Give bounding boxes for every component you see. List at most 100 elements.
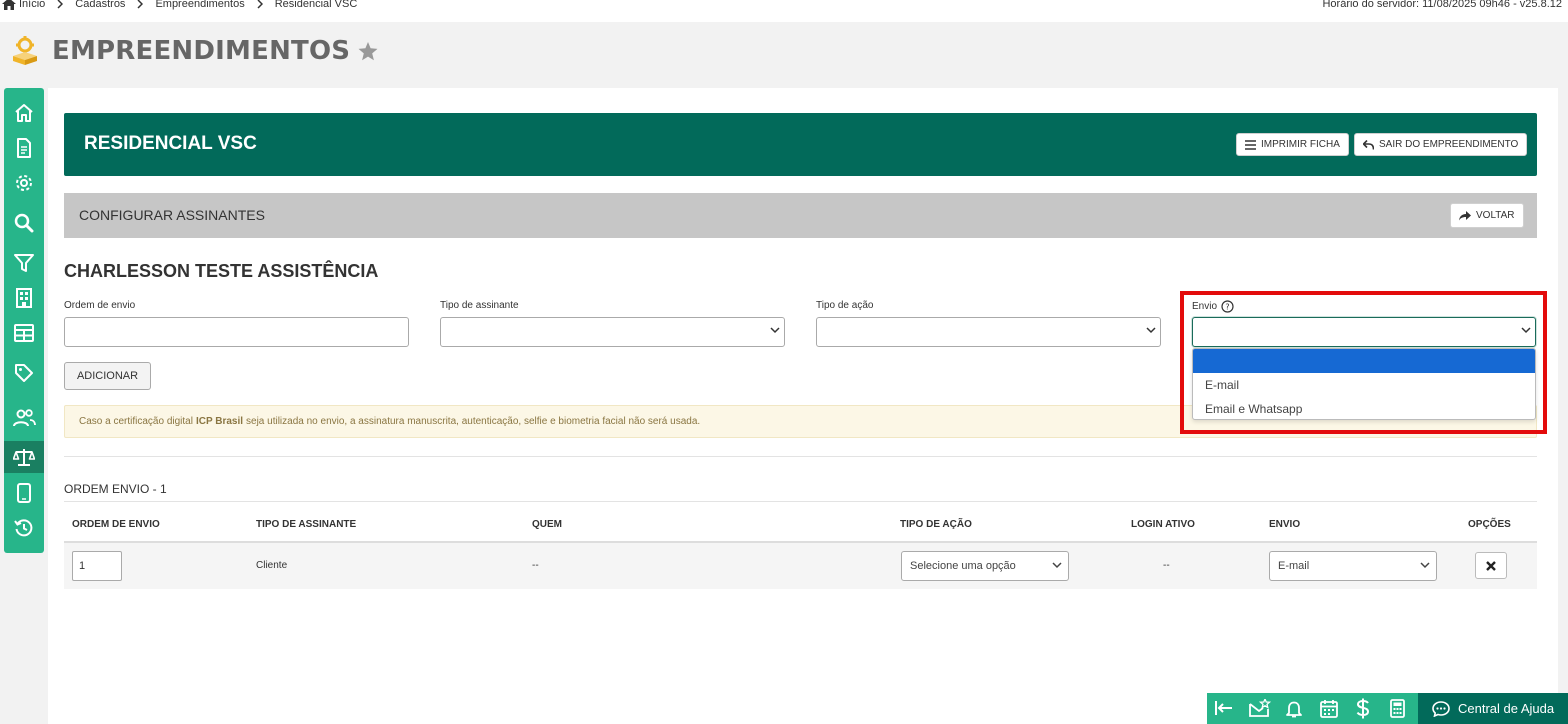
remove-row-button[interactable] [1475, 552, 1507, 579]
top-bar: Início Cadastros Empreendimentos Residen… [0, 0, 1568, 22]
filter-icon [14, 254, 34, 272]
sidebar-item-documents[interactable] [4, 132, 44, 164]
tipo-assinante-label: Tipo de assinante [440, 300, 519, 311]
col-header-quem: QUEM [532, 519, 562, 530]
building-icon [16, 288, 32, 308]
divider [64, 501, 1537, 502]
reply-icon [1363, 139, 1374, 150]
help-center-button[interactable]: Central de Ajuda [1418, 693, 1568, 724]
search-icon [14, 213, 34, 233]
collapse-icon[interactable] [1215, 700, 1233, 716]
table-icon [14, 324, 34, 342]
section-bar: CONFIGURAR ASSINANTES VOLTAR [64, 193, 1537, 238]
sidebar-item-settings[interactable] [4, 167, 44, 199]
tag-icon [15, 364, 33, 382]
home-icon [15, 104, 33, 122]
calculator-icon[interactable] [1390, 699, 1405, 718]
alert-text-post: seja utilizada no envio, a assinatura ma… [246, 416, 701, 427]
row-tipo-acao-value: Selecione uma opção [910, 560, 1016, 572]
home-icon [2, 0, 16, 10]
sidebar [4, 88, 44, 553]
sidebar-item-home[interactable] [4, 97, 44, 129]
row-envio-select[interactable]: E-mail [1269, 551, 1437, 581]
breadcrumb-cadastros[interactable]: Cadastros [75, 0, 125, 10]
chat-icon [1432, 700, 1450, 717]
breadcrumb: Início Cadastros Empreendimentos Residen… [2, 0, 357, 10]
row-tipo-acao-select[interactable]: Selecione uma opção [901, 551, 1069, 581]
alert-text-pre: Caso a certificação digital [79, 416, 193, 427]
back-button-label: VOLTAR [1476, 210, 1515, 221]
sidebar-item-table[interactable] [4, 317, 44, 349]
back-button[interactable]: VOLTAR [1450, 203, 1524, 228]
sidebar-item-search[interactable] [4, 207, 44, 239]
ordem-envio-input[interactable] [64, 317, 409, 347]
mobile-icon [17, 483, 31, 503]
help-center-label: Central de Ajuda [1458, 701, 1555, 716]
tipo-assinante-select[interactable] [440, 317, 785, 347]
users-icon [13, 409, 36, 427]
tipo-acao-select[interactable] [816, 317, 1161, 347]
add-button[interactable]: ADICIONAR [64, 362, 151, 390]
tipo-acao-label: Tipo de ação [816, 300, 874, 311]
chevron-down-icon [1052, 562, 1062, 569]
server-time: Horário do servidor: 11/08/2025 09h46 - … [1322, 0, 1562, 10]
scale-icon [13, 449, 35, 466]
chevron-down-icon [770, 327, 780, 334]
highlight-annotation [1180, 291, 1547, 434]
col-header-envio: ENVIO [1269, 519, 1301, 530]
building-gear-icon [13, 36, 37, 65]
chevron-right-icon [137, 0, 144, 9]
row-ordem-input[interactable]: 1 [72, 551, 122, 581]
sidebar-item-signatures[interactable] [4, 441, 44, 473]
list-icon [1245, 139, 1256, 150]
close-icon [1486, 560, 1496, 571]
chevron-right-icon [57, 0, 64, 9]
col-header-ordem: ORDEM DE ENVIO [72, 519, 160, 530]
breadcrumb-home[interactable]: Início [2, 0, 45, 10]
sidebar-item-users[interactable] [4, 402, 44, 434]
document-icon [17, 138, 31, 158]
col-header-opcoes: OPÇÕES [1468, 519, 1511, 530]
exit-project-button[interactable]: SAIR DO EMPREENDIMENTO [1354, 133, 1528, 156]
page-header: EMPREENDIMENTOS [10, 36, 378, 66]
alert-text-bold: ICP Brasil [195, 416, 244, 427]
col-header-tipo-assinante: TIPO DE ASSINANTE [256, 519, 357, 530]
sidebar-item-building[interactable] [4, 282, 44, 314]
ordem-label: Ordem de envio [64, 300, 136, 311]
breadcrumb-label: Início [19, 0, 46, 10]
sidebar-item-tags[interactable] [4, 357, 44, 389]
calendar-icon[interactable] [1320, 699, 1338, 718]
breadcrumb-empreendimentos[interactable]: Empreendimentos [155, 0, 244, 10]
share-arrow-icon [1459, 210, 1471, 220]
bottom-toolbar [1207, 693, 1418, 724]
sidebar-item-history[interactable] [4, 512, 44, 544]
chevron-down-icon [1420, 562, 1430, 569]
project-header: RESIDENCIAL VSC IMPRIMIR FICHA SAIR DO E… [64, 113, 1537, 176]
mail-star-icon[interactable] [1249, 699, 1271, 717]
sidebar-item-mobile[interactable] [4, 477, 44, 509]
row-tipo-assinante: Cliente [256, 560, 288, 571]
col-header-login-ativo: LOGIN ATIVO [1131, 519, 1195, 530]
history-icon [14, 519, 33, 537]
gear-icon [16, 175, 32, 191]
bell-icon[interactable] [1286, 700, 1302, 718]
chevron-down-icon [1146, 327, 1156, 334]
print-button[interactable]: IMPRIMIR FICHA [1236, 133, 1349, 156]
divider [64, 456, 1537, 457]
print-button-label: IMPRIMIR FICHA [1261, 139, 1340, 150]
star-icon[interactable] [358, 41, 378, 61]
project-title: RESIDENCIAL VSC [84, 133, 257, 154]
signer-name: CHARLESSON TESTE ASSISTÊNCIA [64, 261, 379, 281]
dollar-icon[interactable] [1356, 698, 1370, 719]
order-group-label: ORDEM ENVIO - 1 [64, 482, 167, 496]
col-header-tipo-acao: TIPO DE AÇÃO [900, 519, 972, 530]
row-quem: -- [532, 560, 539, 571]
exit-project-button-label: SAIR DO EMPREENDIMENTO [1379, 139, 1519, 150]
row-login-ativo: -- [1163, 560, 1170, 571]
page-title: EMPREENDIMENTOS [52, 36, 351, 66]
row-envio-value: E-mail [1278, 560, 1310, 572]
sidebar-item-filter[interactable] [4, 247, 44, 279]
section-title: CONFIGURAR ASSINANTES [79, 207, 265, 223]
breadcrumb-residencial: Residencial VSC [274, 0, 358, 10]
chevron-right-icon [257, 0, 263, 9]
